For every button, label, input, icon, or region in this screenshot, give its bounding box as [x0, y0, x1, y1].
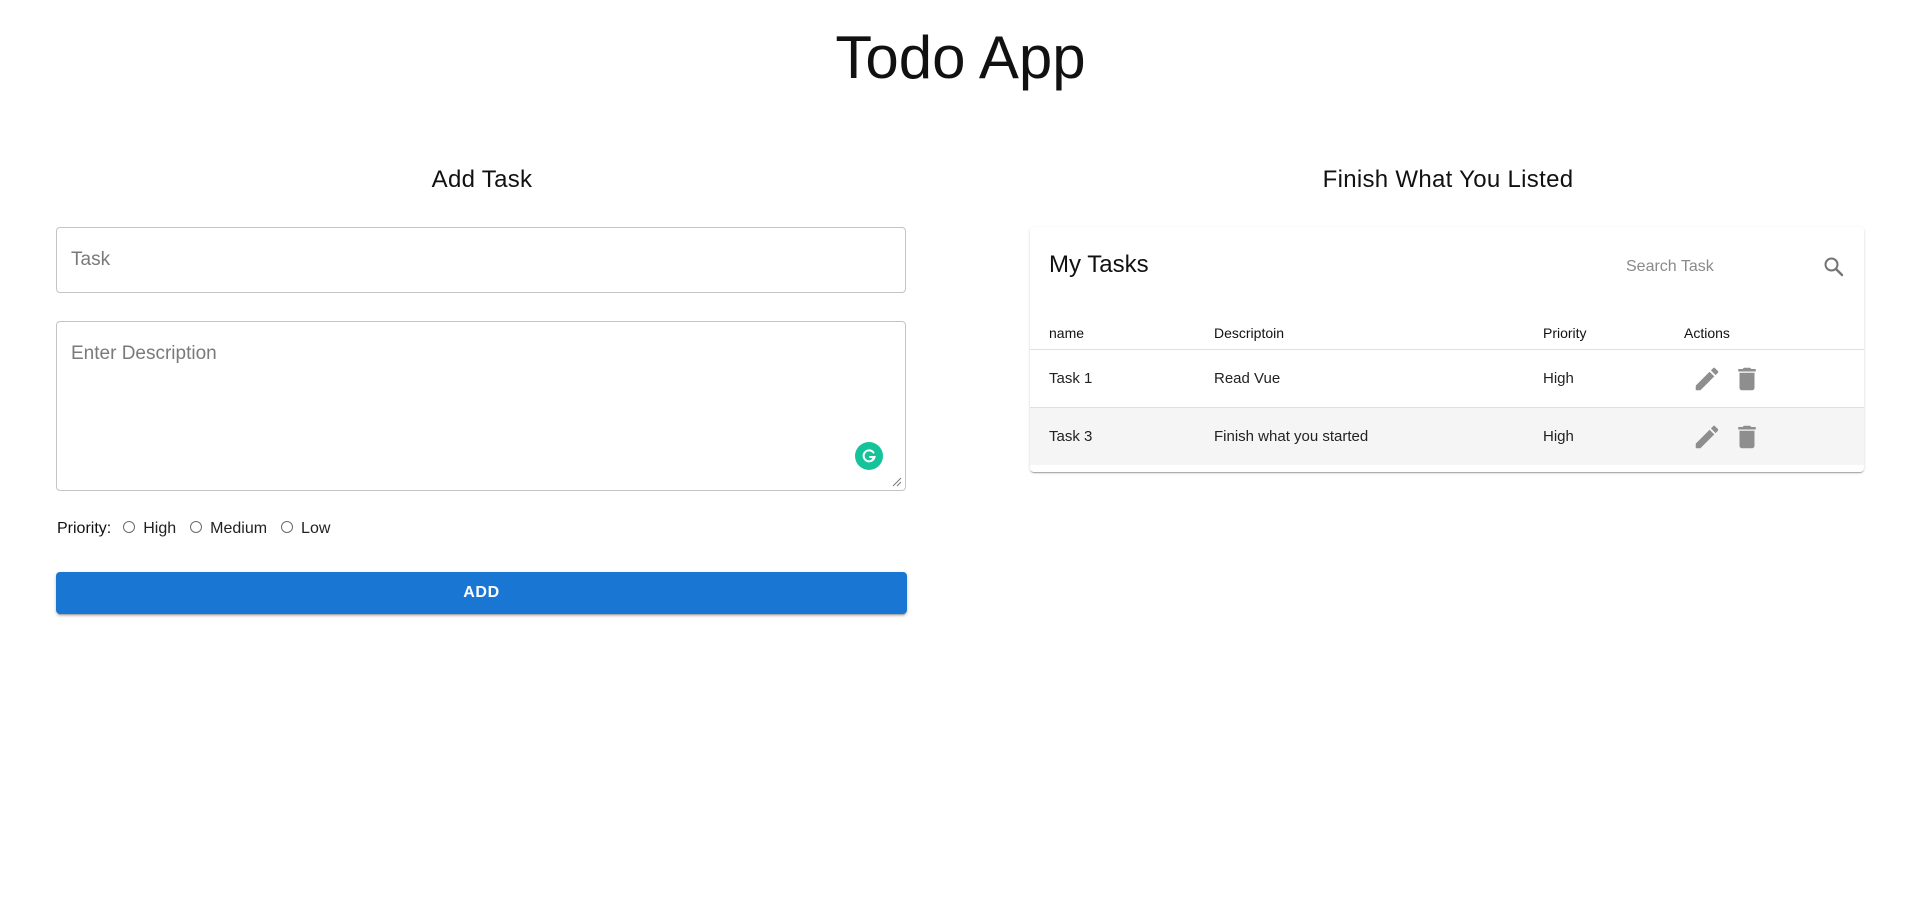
app-title: Todo App — [835, 24, 1086, 91]
add-task-heading: Add Task — [431, 166, 533, 193]
search-input[interactable]: Search Task — [1626, 255, 1846, 285]
priority-radio-high[interactable] — [123, 521, 136, 533]
card-title: My Tasks — [1049, 251, 1149, 278]
table-row[interactable]: Task 3 Finish what you started High — [1030, 407, 1864, 465]
task-priority-cell: High — [1524, 407, 1665, 465]
edit-icon[interactable] — [1692, 422, 1722, 452]
task-actions-cell — [1665, 407, 1864, 465]
priority-option-low[interactable]: Low — [301, 520, 330, 538]
column-header-description[interactable]: Descriptoin — [1195, 317, 1524, 350]
search-icon[interactable] — [1822, 255, 1846, 279]
table-header-row: name Descriptoin Priority Actions — [1030, 317, 1864, 350]
column-header-name[interactable]: name — [1030, 317, 1195, 350]
grammarly-icon[interactable] — [855, 442, 883, 470]
priority-selector: Priority: High Medium Low — [57, 520, 344, 538]
task-actions-cell — [1665, 349, 1864, 408]
table-row[interactable]: Task 1 Read Vue High — [1030, 349, 1864, 408]
column-header-priority[interactable]: Priority — [1524, 317, 1665, 350]
task-name-cell: Task 1 — [1030, 349, 1195, 408]
task-input[interactable]: Task — [56, 227, 906, 293]
priority-radio-low[interactable] — [281, 521, 294, 533]
task-name-cell: Task 3 — [1030, 407, 1195, 465]
task-list-heading: Finish What You Listed — [1322, 166, 1574, 193]
delete-icon[interactable] — [1732, 422, 1762, 452]
delete-icon[interactable] — [1732, 364, 1762, 394]
priority-radio-medium[interactable] — [190, 521, 203, 533]
tasks-table: name Descriptoin Priority Actions Task 1… — [1030, 317, 1864, 465]
priority-label: Priority: — [57, 520, 112, 537]
priority-option-high[interactable]: High — [143, 520, 176, 538]
task-description-cell: Read Vue — [1195, 349, 1524, 408]
task-priority-cell: High — [1524, 349, 1665, 408]
description-textarea[interactable]: Enter Description — [56, 321, 906, 491]
description-placeholder: Enter Description — [71, 343, 217, 364]
tasks-card: My Tasks Search Task name Descriptoin Pr… — [1030, 227, 1864, 472]
task-description-cell: Finish what you started — [1195, 407, 1524, 465]
edit-icon[interactable] — [1692, 364, 1722, 394]
search-placeholder: Search Task — [1626, 258, 1714, 275]
priority-option-medium[interactable]: Medium — [210, 520, 267, 538]
resize-grip-icon[interactable] — [890, 475, 902, 487]
task-input-placeholder: Task — [71, 249, 111, 270]
column-header-actions: Actions — [1665, 317, 1864, 350]
add-task-button[interactable]: ADD — [56, 572, 907, 614]
